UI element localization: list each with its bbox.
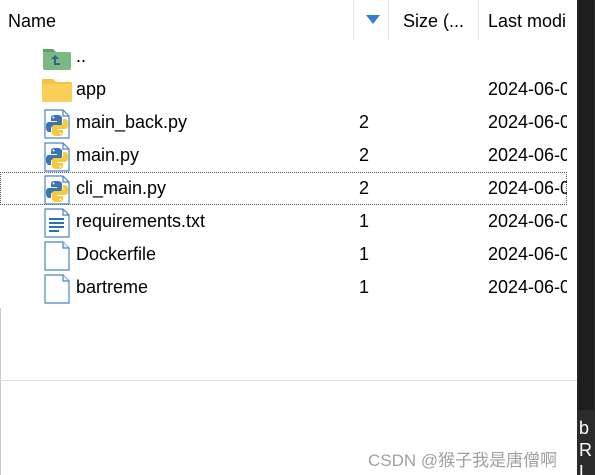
file-modified: 2024-06-0 xyxy=(488,277,567,297)
file-modified: 2024-06-0 xyxy=(488,79,567,99)
watermark: CSDN @猴子我是唐僧啊 xyxy=(368,451,558,470)
file-modified: 2024-06-0 xyxy=(488,211,567,231)
file-list-pane: Name Size (... Last modi .. app 2024-06-0… xyxy=(0,0,577,475)
file-row[interactable]: Dockerfile 1 2024-06-0 xyxy=(0,238,567,271)
file-modified: 2024-06-0 xyxy=(488,244,567,264)
file-size: 2 xyxy=(359,112,370,132)
file-modified: 2024-06-0 xyxy=(488,145,567,165)
file-row[interactable]: bartreme 1 2024-06-0 xyxy=(0,271,567,304)
file-name: Dockerfile xyxy=(76,244,157,264)
python-file-icon xyxy=(42,142,72,172)
column-divider[interactable] xyxy=(478,0,479,40)
file-size: 1 xyxy=(359,244,370,264)
file-size: 2 xyxy=(359,178,370,198)
blank-file-icon xyxy=(42,274,72,304)
file-name: requirements.txt xyxy=(76,211,206,231)
parent-folder-icon xyxy=(42,43,72,71)
file-size: 1 xyxy=(359,277,370,297)
file-name: bartreme xyxy=(76,277,149,297)
file-name: cli_main.py xyxy=(76,178,167,198)
scrollbar-track[interactable] xyxy=(578,0,594,410)
file-row[interactable]: requirements.txt 1 2024-06-0 xyxy=(0,205,567,238)
python-file-icon xyxy=(42,175,72,205)
folder-icon xyxy=(42,76,72,104)
column-divider[interactable] xyxy=(388,0,389,40)
text-file-icon xyxy=(42,208,72,238)
column-divider[interactable] xyxy=(353,0,354,40)
column-size-header[interactable]: Size (... xyxy=(395,0,477,40)
file-name: main.py xyxy=(76,145,140,165)
file-name: main_back.py xyxy=(76,112,188,132)
column-name-header[interactable]: Name xyxy=(0,0,353,40)
pane-divider xyxy=(0,380,577,381)
panel-text: R xyxy=(579,440,592,460)
column-header: Name Size (... Last modi xyxy=(0,0,577,40)
file-row[interactable]: .. xyxy=(0,40,567,73)
file-modified: 2024-06-0 xyxy=(488,112,567,132)
blank-file-icon xyxy=(42,241,72,271)
adjacent-dark-panel: b R L xyxy=(577,0,595,475)
file-size: 2 xyxy=(359,145,370,165)
sort-descending-icon xyxy=(366,15,380,24)
panel-text: b xyxy=(579,418,590,438)
file-size: 1 xyxy=(359,211,370,231)
column-modified-header[interactable]: Last modi xyxy=(480,0,577,40)
file-row[interactable]: cli_main.py 2 2024-06-0 xyxy=(0,172,567,205)
file-name: .. xyxy=(76,46,87,66)
pane-border xyxy=(0,308,3,475)
file-row[interactable]: main.py 2 2024-06-0 xyxy=(0,139,567,172)
python-file-icon xyxy=(42,109,72,139)
panel-text: L xyxy=(579,462,590,475)
file-name: app xyxy=(76,79,107,99)
file-modified: 2024-06-0 xyxy=(488,178,567,198)
file-row[interactable]: main_back.py 2 2024-06-0 xyxy=(0,106,567,139)
file-row[interactable]: app 2024-06-0 xyxy=(0,73,567,106)
